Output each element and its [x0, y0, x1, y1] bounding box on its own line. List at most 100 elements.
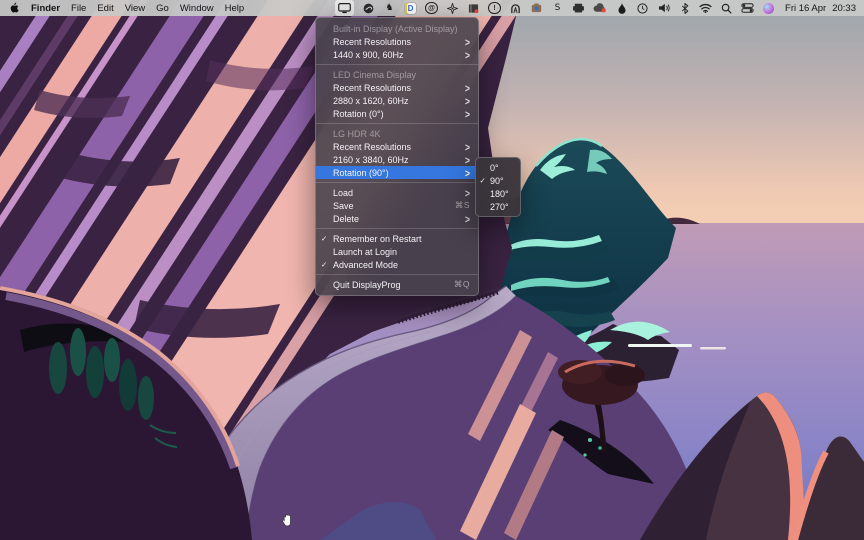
wifi-icon[interactable]	[699, 0, 712, 16]
droplet-icon[interactable]	[615, 0, 628, 16]
shortcut-label: ⌘S	[454, 200, 470, 210]
menu-item-label: 270°	[490, 201, 509, 212]
at-circle-icon[interactable]: @	[425, 0, 438, 16]
submenu-arrow-icon: >	[465, 166, 470, 179]
menu-item-launch-at-login[interactable]: Launch at Login	[316, 245, 478, 258]
clock-date: Fri 16 Apr	[785, 2, 827, 14]
menu-item-label: 1440 x 900, 60Hz	[333, 49, 404, 60]
menubar-menu-go[interactable]: Go	[156, 3, 169, 14]
rotation-submenu: 0° ✓ 90° 180° 270°	[475, 157, 521, 217]
menu-item-remember-on-restart[interactable]: ✓ Remember on Restart	[316, 232, 478, 245]
d-app-icon[interactable]: D	[404, 0, 417, 16]
menu-separator	[316, 64, 478, 65]
menu-section-header-lg-hdr-4k: LG HDR 4K	[333, 128, 381, 139]
printer-icon[interactable]	[572, 0, 585, 16]
menu-item-label: Rotation (0°)	[333, 108, 384, 119]
menubar-left: Finder File Edit View Go Window Help	[0, 2, 255, 14]
menubar-menu-file[interactable]: File	[71, 3, 86, 14]
menu-separator	[316, 228, 478, 229]
menu-item-1440-x-900-60hz[interactable]: 1440 x 900, 60Hz >	[316, 48, 478, 61]
menu-item-save[interactable]: Save ⌘S	[316, 199, 478, 212]
menu-item-recent-resolutions[interactable]: Recent Resolutions >	[316, 81, 478, 94]
clock-time: 20:33	[832, 2, 856, 14]
s-letter-icon[interactable]: S	[551, 0, 564, 16]
menu-item-180[interactable]: 180°	[476, 187, 520, 200]
checkmark-icon: ✓	[479, 176, 486, 185]
menu-item-label: Advanced Mode	[333, 259, 399, 270]
menu-item-label: 90°	[490, 175, 504, 186]
bluetooth-icon[interactable]	[678, 0, 691, 16]
menu-item-label: 2160 x 3840, 60Hz	[333, 154, 409, 165]
menu-item-rotation-90[interactable]: Rotation (90°) >	[316, 166, 478, 179]
menubar-right: ♞ D @! S Fri 16 Apr 20:33	[335, 0, 864, 16]
cursor-hand	[281, 513, 294, 528]
menu-item-label: Quit DisplayProg	[333, 279, 401, 290]
control-center-icon[interactable]	[741, 0, 754, 16]
volume-icon[interactable]	[657, 0, 670, 16]
arch-a-icon[interactable]	[509, 0, 522, 16]
submenu-arrow-icon: >	[465, 81, 470, 94]
apple-menu[interactable]	[9, 2, 19, 14]
menu-item-label: Recent Resolutions	[333, 36, 412, 47]
menu-item-0[interactable]: 0°	[476, 161, 520, 174]
displayprog-menu: Built-in Display (Active Display) Recent …	[315, 17, 479, 296]
menu-item-label: Load	[333, 187, 354, 198]
menu-item-270[interactable]: 270°	[476, 200, 520, 213]
menu-bar: Finder File Edit View Go Window Help ♞ D @! S Fr…	[0, 0, 864, 16]
submenu-arrow-icon: >	[465, 35, 470, 48]
animal-silhouette-icon[interactable]: ♞	[383, 0, 396, 16]
submenu-arrow-icon: >	[465, 107, 470, 120]
menu-item-advanced-mode[interactable]: ✓ Advanced Mode	[316, 258, 478, 271]
menu-item-2880-x-1620-60hz[interactable]: 2880 x 1620, 60Hz >	[316, 94, 478, 107]
checkmark-icon: ✓	[321, 234, 328, 243]
menu-item-90[interactable]: ✓ 90°	[476, 174, 520, 187]
menubar-menu-edit[interactable]: Edit	[97, 3, 113, 14]
submenu-arrow-icon: >	[465, 48, 470, 61]
menu-section-header-led-cinema-display: LED Cinema Display	[333, 69, 417, 80]
menubar-menu-view[interactable]: View	[125, 3, 145, 14]
menu-item-load[interactable]: Load >	[316, 186, 478, 199]
clock-icon[interactable]	[636, 0, 649, 16]
menu-separator	[316, 274, 478, 275]
menu-item-label: 180°	[490, 188, 509, 199]
siri-icon[interactable]	[762, 0, 775, 16]
checkmark-icon: ✓	[321, 260, 328, 269]
exclamation-circle-icon[interactable]: !	[488, 0, 501, 16]
menu-item-rotation-0[interactable]: Rotation (0°) >	[316, 107, 478, 120]
menu-item-recent-resolutions[interactable]: Recent Resolutions >	[316, 140, 478, 153]
menu-item-2160-x-3840-60hz[interactable]: 2160 x 3840, 60Hz >	[316, 153, 478, 166]
camera-app-icon[interactable]	[530, 0, 543, 16]
compass-star-icon[interactable]	[446, 0, 459, 16]
menubar-app-name[interactable]: Finder	[31, 3, 60, 14]
search-icon[interactable]	[720, 0, 733, 16]
desktop: { "menu_bar": { "app_name": "Finder", "m…	[0, 0, 864, 540]
menu-item-quit-displayprog[interactable]: Quit DisplayProg ⌘Q	[316, 278, 478, 291]
notebook-badge-icon[interactable]	[467, 0, 480, 16]
menubar-menu-help[interactable]: Help	[225, 3, 245, 14]
menu-item-label: Launch at Login	[333, 246, 398, 257]
menu-item-label: Remember on Restart	[333, 233, 422, 244]
menubar-menu-window[interactable]: Window	[180, 3, 214, 14]
menu-item-label: Rotation (90°)	[333, 167, 389, 178]
menu-item-delete[interactable]: Delete >	[316, 212, 478, 225]
submenu-arrow-icon: >	[465, 212, 470, 225]
menu-item-label: 0°	[490, 162, 499, 173]
submenu-arrow-icon: >	[465, 153, 470, 166]
submenu-arrow-icon: >	[465, 140, 470, 153]
menubar-menus: File Edit View Go Window Help	[71, 3, 255, 14]
creative-cloud-swirl-icon[interactable]	[362, 0, 375, 16]
menu-separator	[316, 182, 478, 183]
menu-item-label: 2880 x 1620, 60Hz	[333, 95, 409, 106]
menu-item-label: Delete	[333, 213, 360, 224]
cloud-alert-icon[interactable]	[593, 0, 607, 16]
menu-item-label: Recent Resolutions	[333, 82, 412, 93]
menu-item-label: Save	[333, 200, 354, 211]
menu-item-recent-resolutions[interactable]: Recent Resolutions >	[316, 35, 478, 48]
menu-separator	[316, 123, 478, 124]
shortcut-label: ⌘Q	[453, 279, 470, 289]
displayprog-menubar-icon[interactable]	[335, 0, 355, 16]
menubar-clock[interactable]: Fri 16 Apr 20:33	[785, 3, 856, 14]
status-tray: ♞ D @! S	[335, 0, 775, 16]
apple-icon	[9, 2, 19, 14]
submenu-arrow-icon: >	[465, 94, 470, 107]
